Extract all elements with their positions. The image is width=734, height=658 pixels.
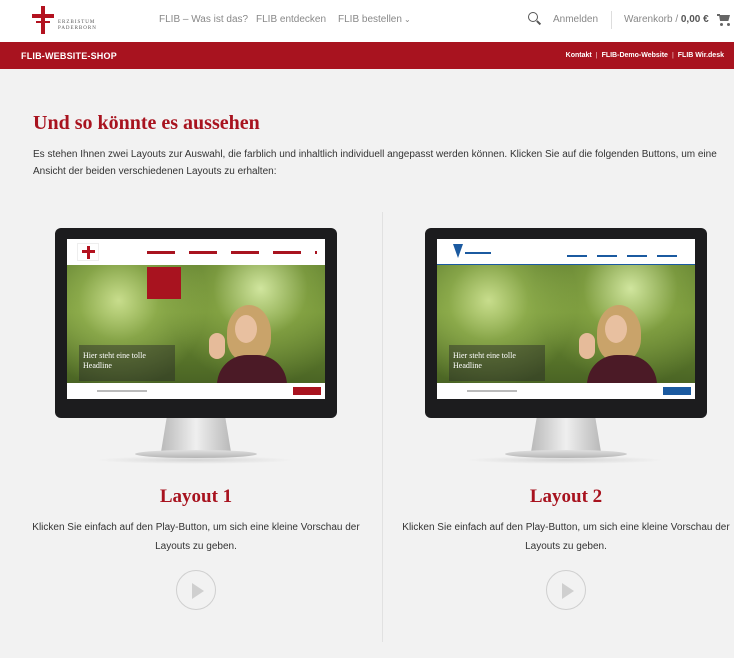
- login-link[interactable]: Anmelden: [553, 14, 598, 25]
- cross-logo-icon: [32, 6, 54, 34]
- shop-link-wir-desk[interactable]: FLIB Wir.desk: [678, 52, 724, 59]
- separator: |: [595, 52, 598, 59]
- cart-icon[interactable]: [717, 12, 731, 26]
- monitor-screen: Hier steht eine tolle Headline: [437, 239, 695, 399]
- monitor-stand: [161, 418, 231, 452]
- monitor-stand: [531, 418, 601, 452]
- monitor-frame: Hier steht eine tolle Headline: [55, 228, 337, 418]
- divider: [611, 11, 612, 29]
- layout-1-play-button[interactable]: [176, 570, 216, 610]
- top-navigation: ERZBISTUM PADERBORN FLIB – Was ist das? …: [0, 0, 734, 42]
- preview-logo-icon: [453, 244, 491, 260]
- monitor-screen: Hier steht eine tolle Headline: [67, 239, 325, 399]
- preview-dropdown: [147, 267, 181, 299]
- preview-hero-image: Hier steht eine tolle Headline: [437, 265, 695, 399]
- logo-text: ERZBISTUM PADERBORN: [58, 20, 97, 32]
- nav-item-was-ist-das[interactable]: FLIB – Was ist das?: [159, 14, 248, 25]
- monitor-base: [505, 450, 627, 458]
- preview-site-footer: [67, 383, 325, 399]
- preview-site-header: [437, 239, 695, 266]
- cart-amount: 0,00 €: [680, 14, 709, 25]
- nav-item-bestellen-label: FLIB bestellen: [338, 14, 402, 25]
- layout-2-preview-image: Hier steht eine tolle Headline: [425, 228, 707, 468]
- shop-bar: FLIB-WEBSITE-SHOP Kontakt | FLIB-Demo-Webs…: [0, 42, 734, 69]
- shop-title[interactable]: FLIB-WEBSITE-SHOP: [21, 51, 117, 61]
- cart-label: Warenkorb /: [624, 14, 679, 25]
- logo-line-2: PADERBORN: [58, 26, 97, 31]
- page-title: Und so könnte es aussehen: [33, 112, 260, 134]
- shop-links: Kontakt | FLIB-Demo-Website | FLIB Wir.desk: [566, 52, 724, 59]
- play-icon: [562, 583, 574, 599]
- layout-1-preview-image: Hier steht eine tolle Headline: [55, 228, 337, 468]
- preview-hero-headline: Hier steht eine tolle Headline: [453, 351, 516, 370]
- preview-menu: [567, 255, 687, 257]
- layout-2-play-button[interactable]: [546, 570, 586, 610]
- play-icon: [192, 583, 204, 599]
- preview-cross-logo-icon: [77, 243, 99, 261]
- shop-link-demo-website[interactable]: FLIB-Demo-Website: [602, 52, 668, 59]
- cart-link[interactable]: Warenkorb / 0,00 €: [624, 14, 709, 25]
- layout-1-description: Klicken Sie einfach auf den Play-Button,…: [32, 522, 360, 552]
- separator: |: [671, 52, 674, 59]
- logo[interactable]: ERZBISTUM PADERBORN: [32, 6, 102, 36]
- column-divider: [382, 212, 383, 642]
- chevron-down-icon: ⌄: [403, 15, 411, 24]
- shop-link-kontakt[interactable]: Kontakt: [566, 52, 592, 59]
- monitor-base: [135, 450, 257, 458]
- intro-text: Es stehen Ihnen zwei Layouts zur Auswahl…: [33, 149, 717, 177]
- preview-site-footer: [437, 383, 695, 399]
- layout-1-title: Layout 1: [159, 486, 233, 507]
- preview-hero-image: Hier steht eine tolle Headline: [67, 265, 325, 399]
- nav-item-entdecken[interactable]: FLIB entdecken: [256, 14, 326, 25]
- monitor-frame: Hier steht eine tolle Headline: [425, 228, 707, 418]
- layout-2-title: Layout 2: [529, 486, 603, 507]
- preview-site-header: [67, 239, 325, 265]
- nav-item-bestellen[interactable]: FLIB bestellen ⌄: [338, 14, 411, 25]
- layout-2-description: Klicken Sie einfach auf den Play-Button,…: [402, 522, 730, 552]
- preview-menu: [147, 251, 317, 254]
- search-icon[interactable]: [528, 12, 542, 26]
- preview-hero-headline: Hier steht eine tolle Headline: [83, 351, 146, 370]
